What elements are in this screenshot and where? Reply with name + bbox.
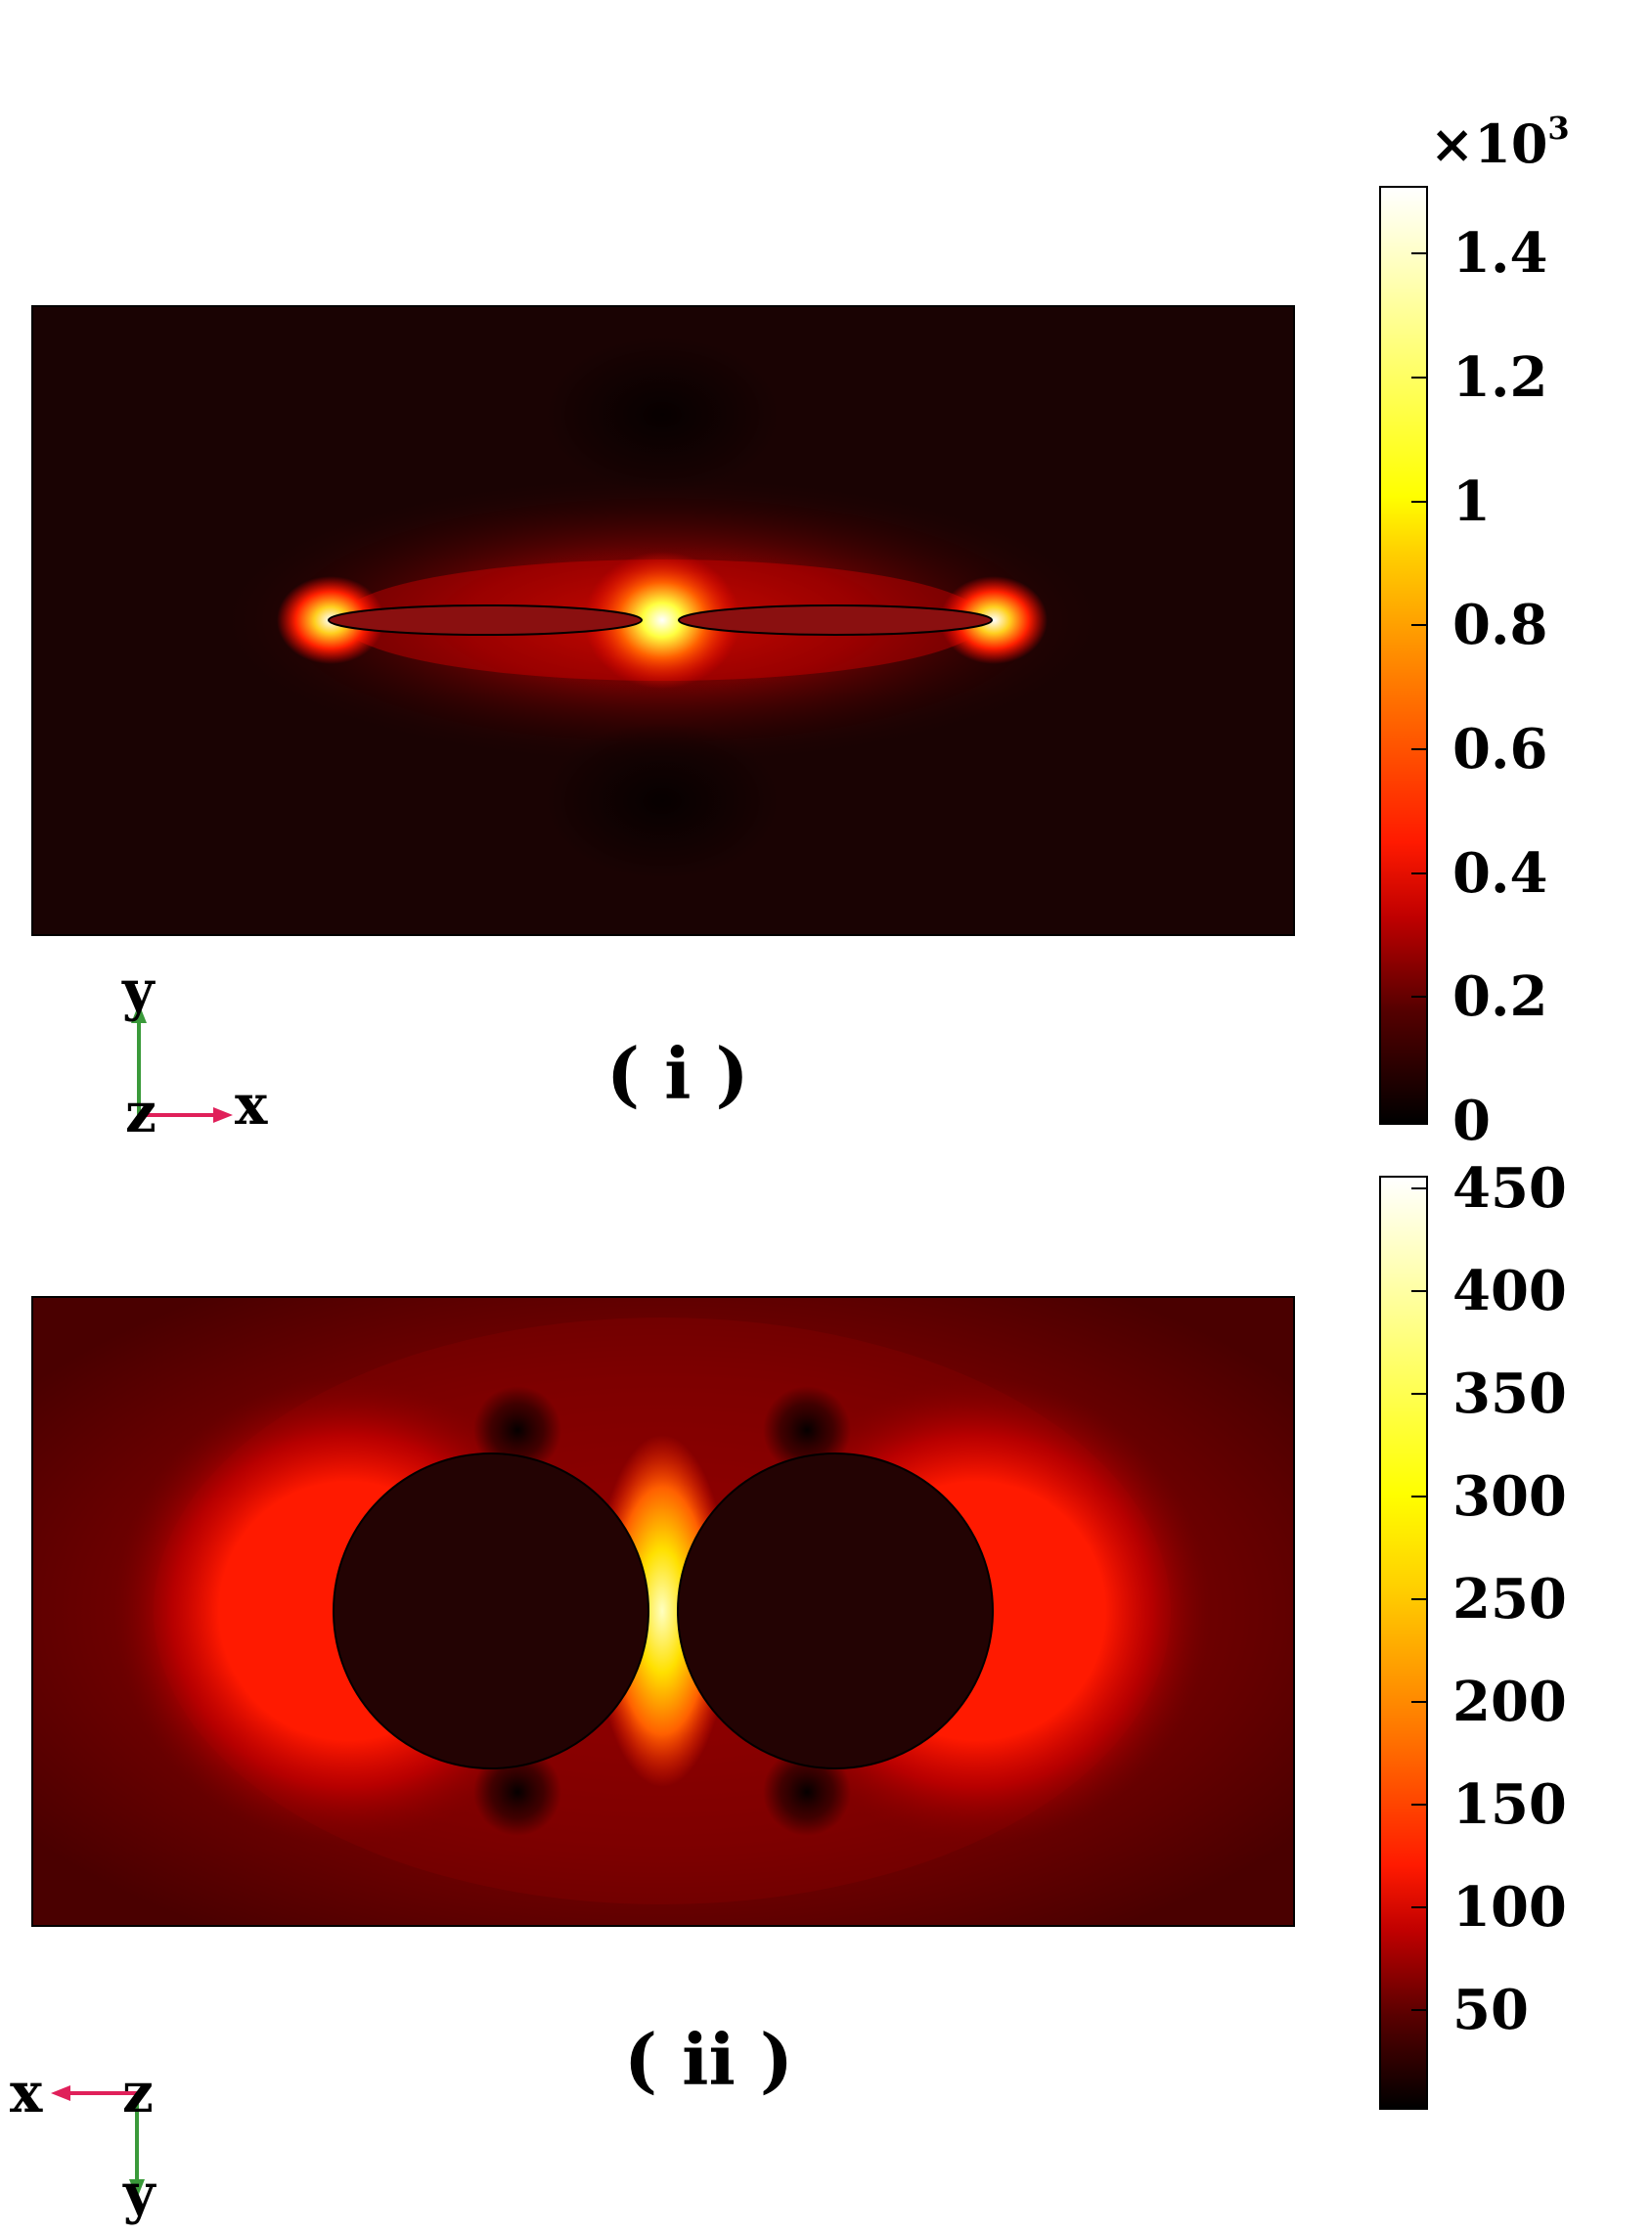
colorbar-i-tick-label: 0.2: [1452, 964, 1548, 1029]
panel-label-ii: ( ii ): [624, 2018, 793, 2101]
colorbar-i-tick: [1411, 501, 1428, 503]
axis-label-y-i: y: [122, 959, 155, 1023]
colorbar-i-multiplier: ×103: [1430, 110, 1570, 175]
colorbar-i-tick: [1411, 252, 1428, 254]
colorbar-ii-tick: [1411, 1906, 1428, 1908]
colorbar-i-tick: [1411, 872, 1428, 874]
colorbar-ii-tick: [1411, 1290, 1428, 1292]
colorbar-ii-tick: [1411, 1701, 1428, 1703]
heatmap-panel-i: [31, 305, 1295, 936]
axis-label-x-i: x: [235, 1073, 268, 1138]
axis-label-z-ii: z: [122, 2061, 154, 2125]
colorbar-ii-tick-label: 400: [1452, 1259, 1567, 1323]
axis-label-y-ii: y: [123, 2162, 156, 2226]
colorbar-ii-tick-label: 350: [1452, 1362, 1567, 1426]
field-map-i: [33, 307, 1293, 934]
colorbar-ii: [1379, 1176, 1428, 2110]
colorbar-ii-tick: [1411, 1496, 1428, 1497]
colorbar-i-tick-label: 1: [1452, 469, 1491, 534]
colorbar-ii-tick-label: 250: [1452, 1567, 1567, 1632]
colorbar-i-tick: [1411, 996, 1428, 998]
colorbar-i-tick-label: 1.4: [1452, 221, 1548, 286]
colorbar-ii-tick-label: 450: [1452, 1156, 1567, 1221]
colorbar-ii-tick: [1411, 1393, 1428, 1395]
colorbar-ii-tick: [1411, 1187, 1428, 1189]
colorbar-i-tick: [1411, 624, 1428, 626]
field-map-ii: [33, 1298, 1293, 1925]
colorbar-ii-tick-label: 200: [1452, 1670, 1567, 1734]
colorbar-ii-tick: [1411, 1804, 1428, 1806]
colorbar-i-tick-label: 0.4: [1452, 841, 1548, 906]
heatmap-panel-ii: [31, 1296, 1295, 1927]
panel-label-i: ( i ): [606, 1032, 749, 1115]
colorbar-i-tick: [1411, 748, 1428, 750]
colorbar-ii-tick-label: 150: [1452, 1772, 1567, 1837]
colorbar-i-tick: [1411, 377, 1428, 379]
colorbar-ii-tick-label: 300: [1452, 1464, 1567, 1529]
colorbar-ii-tick: [1411, 2009, 1428, 2011]
colorbar-i-tick-label: 0: [1452, 1089, 1491, 1153]
colorbar-ii-tick-label: 50: [1452, 1978, 1529, 2042]
colorbar-ii-tick-label: 100: [1452, 1875, 1567, 1940]
colorbar-i-tick-label: 1.2: [1452, 345, 1548, 410]
colorbar-i-tick-label: 0.6: [1452, 717, 1548, 782]
colorbar-i-tick-label: 0.8: [1452, 593, 1548, 657]
axis-label-x-ii: x: [10, 2061, 43, 2125]
colorbar-ii-tick: [1411, 1598, 1428, 1600]
axis-label-z-i: z: [125, 1081, 156, 1145]
colorbar-i: [1379, 186, 1428, 1125]
